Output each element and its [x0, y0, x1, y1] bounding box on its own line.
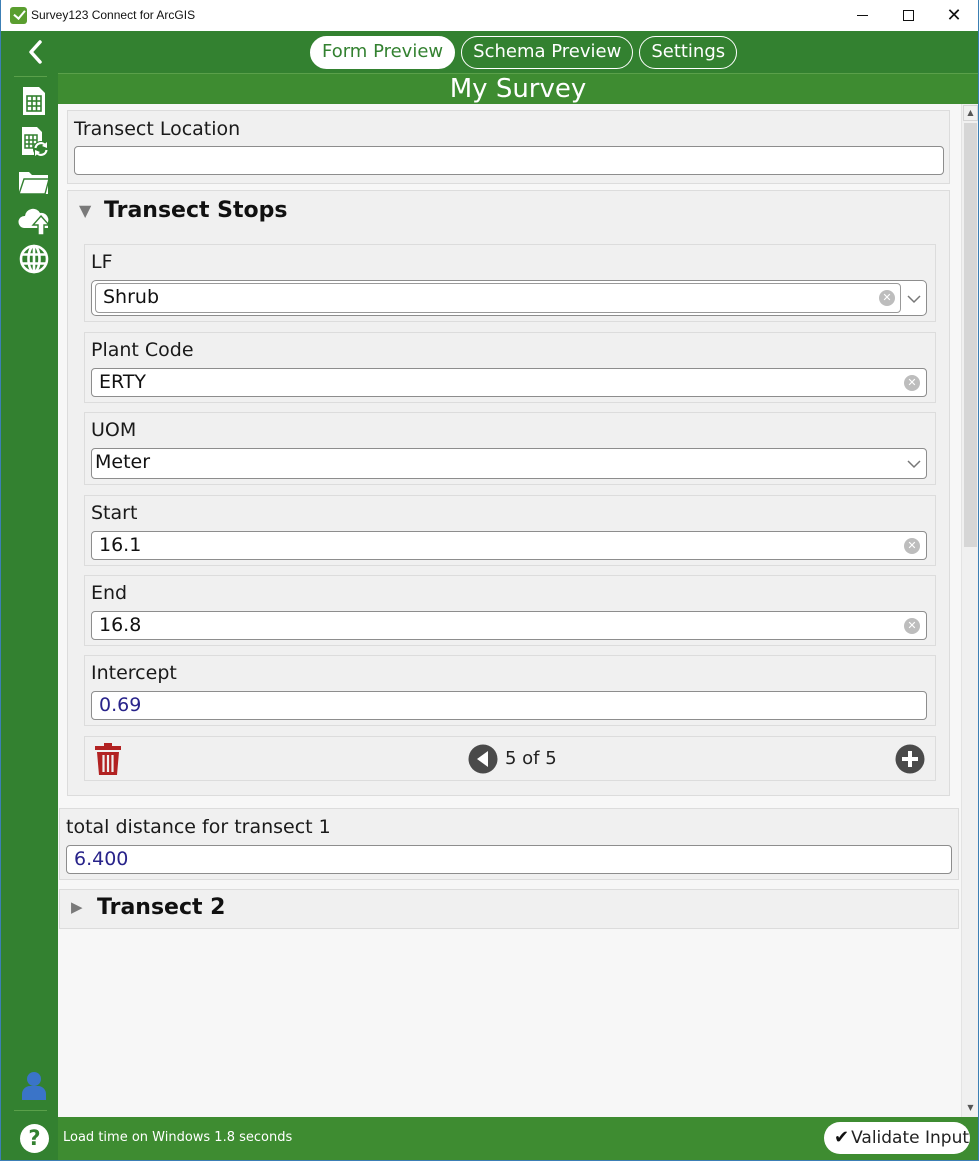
- maximize-button[interactable]: [885, 0, 931, 31]
- end-label: End: [91, 582, 128, 604]
- clear-icon[interactable]: ✕: [904, 538, 920, 554]
- clear-icon[interactable]: ✕: [879, 290, 895, 306]
- tab-form-preview[interactable]: Form Preview: [310, 36, 456, 69]
- collapse-triangle-icon[interactable]: ▼: [79, 201, 91, 220]
- sidebar-divider: [14, 1110, 47, 1111]
- transect-stops-group: ▼ Transect Stops LF Shrub ✕ Plant Code E…: [67, 190, 950, 796]
- new-survey-icon[interactable]: [18, 85, 50, 117]
- plant-code-field-group: Plant Code ERTY ✕: [84, 332, 936, 403]
- cloud-upload-icon[interactable]: [18, 204, 50, 236]
- total-distance-group: total distance for transect 1 6.400: [59, 808, 959, 880]
- plant-code-label: Plant Code: [91, 339, 194, 361]
- plant-code-input[interactable]: ERTY ✕: [91, 368, 927, 397]
- lf-field-group: LF Shrub ✕: [84, 244, 936, 322]
- app-header: Form Preview Schema Preview Settings: [1, 31, 978, 73]
- sidebar: [1, 73, 58, 1117]
- chevron-down-icon[interactable]: [907, 457, 921, 471]
- total-distance-input[interactable]: 6.400: [66, 845, 952, 874]
- start-value: 16.1: [99, 534, 142, 556]
- expand-triangle-icon[interactable]: ▶: [71, 898, 83, 916]
- transect-location-input[interactable]: [74, 146, 944, 175]
- minimize-button[interactable]: [839, 0, 885, 31]
- record-counter: 5 of 5: [505, 748, 557, 769]
- folder-icon[interactable]: [18, 166, 50, 198]
- tab-settings[interactable]: Settings: [639, 36, 738, 69]
- end-input[interactable]: 16.8 ✕: [91, 611, 927, 640]
- survey-title: My Survey: [58, 73, 978, 104]
- previous-record-icon[interactable]: [468, 744, 498, 774]
- close-icon: ✕: [946, 5, 962, 26]
- uom-field-group: UOM Meter: [84, 412, 936, 485]
- clear-icon[interactable]: ✕: [904, 375, 920, 391]
- transect-stops-title[interactable]: Transect Stops: [104, 198, 288, 223]
- help-icon[interactable]: ?: [20, 1124, 49, 1153]
- scroll-down-arrow-icon[interactable]: ▼: [963, 1100, 978, 1116]
- form-content: Transect Location ▼ Transect Stops LF Sh…: [58, 104, 961, 1117]
- back-button[interactable]: [23, 37, 49, 67]
- end-field-group: End 16.8 ✕: [84, 575, 936, 646]
- total-distance-label: total distance for transect 1: [66, 816, 331, 838]
- sidebar-divider: [14, 76, 47, 77]
- validate-input-button[interactable]: ✔ Validate Input: [824, 1122, 970, 1154]
- scrollbar-thumb[interactable]: [964, 123, 977, 547]
- survey123-app-icon: [10, 7, 27, 24]
- preview-tabs: Form Preview Schema Preview Settings: [310, 36, 738, 69]
- start-input[interactable]: 16.1 ✕: [91, 531, 927, 560]
- repeat-navigation-bar: 5 of 5: [84, 736, 936, 781]
- title-bar: Survey123 Connect for ArcGIS ✕: [1, 0, 978, 31]
- app-window: Survey123 Connect for ArcGIS ✕ Form Prev…: [0, 0, 979, 1161]
- globe-icon[interactable]: [18, 243, 50, 275]
- chevron-left-icon: [29, 40, 42, 64]
- intercept-label: Intercept: [91, 662, 177, 684]
- intercept-input[interactable]: 0.69: [91, 691, 927, 720]
- lf-input[interactable]: Shrub ✕: [95, 283, 901, 313]
- minimize-icon: [856, 15, 868, 16]
- update-survey-icon[interactable]: [18, 125, 50, 157]
- status-bar: ? Load time on Windows 1.8 seconds ✔ Vali…: [1, 1117, 978, 1160]
- start-field-group: Start 16.1 ✕: [84, 495, 936, 566]
- chevron-down-icon[interactable]: [907, 292, 921, 306]
- close-button[interactable]: ✕: [931, 0, 977, 31]
- add-record-icon[interactable]: [895, 744, 925, 774]
- window-title: Survey123 Connect for ArcGIS: [31, 8, 196, 22]
- status-message: Load time on Windows 1.8 seconds: [63, 1130, 293, 1145]
- lf-label: LF: [91, 251, 113, 273]
- checkmark-icon: ✔: [834, 1127, 850, 1148]
- end-value: 16.8: [99, 614, 142, 636]
- tab-schema-preview[interactable]: Schema Preview: [461, 36, 634, 69]
- transect-location-label: Transect Location: [74, 118, 241, 140]
- start-label: Start: [91, 502, 138, 524]
- scroll-up-arrow-icon[interactable]: ▲: [963, 105, 978, 121]
- transect-2-title[interactable]: Transect 2: [97, 895, 226, 920]
- uom-select[interactable]: Meter: [91, 448, 927, 479]
- lf-value: Shrub: [103, 286, 160, 308]
- lf-select[interactable]: Shrub ✕: [91, 280, 927, 316]
- delete-trash-icon[interactable]: [94, 742, 122, 776]
- clear-icon[interactable]: ✕: [904, 618, 920, 634]
- plant-code-value: ERTY: [99, 371, 147, 393]
- user-icon[interactable]: [18, 1069, 50, 1101]
- transect-2-group[interactable]: ▶ Transect 2: [59, 889, 959, 929]
- validate-input-label: Validate Input: [851, 1128, 970, 1148]
- vertical-scrollbar[interactable]: ▲ ▼: [961, 104, 978, 1117]
- uom-value: Meter: [95, 451, 151, 473]
- uom-label: UOM: [91, 419, 137, 441]
- transect-location-group: Transect Location: [67, 110, 950, 184]
- maximize-icon: [902, 10, 914, 21]
- intercept-field-group: Intercept 0.69: [84, 655, 936, 726]
